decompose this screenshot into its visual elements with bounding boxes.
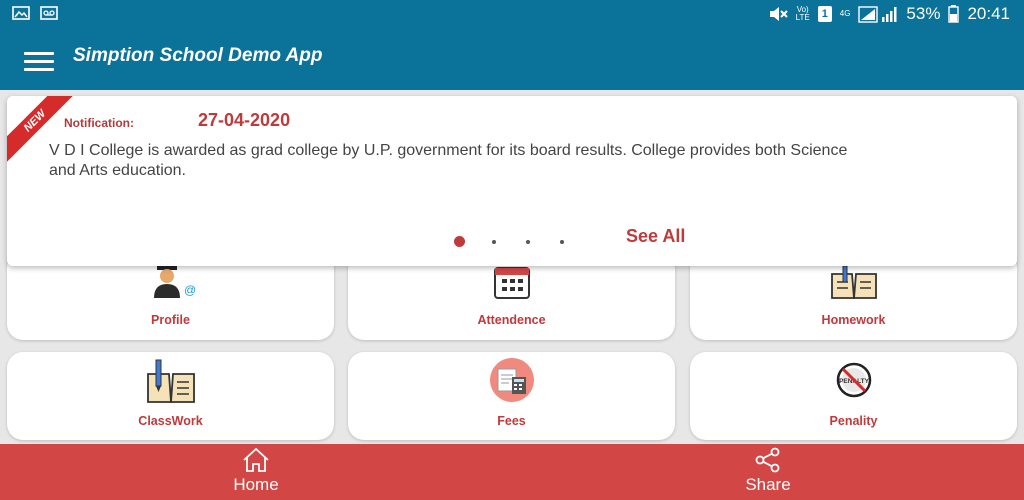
pager-dot-3[interactable] <box>526 239 530 244</box>
classwork-tile[interactable]: ClassWork <box>7 352 334 440</box>
homework-label: Homework <box>821 313 886 327</box>
signal-icon <box>858 6 897 23</box>
attendance-label: Attendence <box>477 313 546 327</box>
pager-dot-4[interactable] <box>560 239 564 244</box>
app-title: Simption School Demo App <box>73 45 323 66</box>
student-profile-icon: @ <box>153 266 196 298</box>
fees-calculator-icon <box>489 358 534 402</box>
network-type: 4G <box>839 9 851 18</box>
fees-label: Fees <box>497 414 526 428</box>
penalty-label: Penality <box>829 414 878 428</box>
classwork-label: ClassWork <box>138 414 203 428</box>
carousel-pager <box>454 236 594 247</box>
image-icon <box>12 6 30 20</box>
pager-dot-2[interactable] <box>492 239 496 244</box>
calendar-icon <box>493 267 530 299</box>
hamburger-icon <box>24 52 54 55</box>
penalty-icon: PENALTY <box>836 362 871 398</box>
profile-label: Profile <box>151 313 190 327</box>
share-label: Share <box>745 475 791 494</box>
menu-button[interactable] <box>24 52 54 72</box>
voicemail-icon <box>40 6 58 20</box>
svg-text:@: @ <box>184 283 196 297</box>
fees-tile[interactable]: Fees <box>348 352 675 440</box>
home-button[interactable]: Home <box>196 444 316 500</box>
notification-label: Notification: <box>64 116 134 130</box>
penalty-tile[interactable]: PENALTY Penality <box>690 352 1017 440</box>
mute-icon <box>769 7 788 21</box>
share-icon <box>755 447 780 473</box>
book-icon <box>830 265 877 299</box>
home-icon <box>243 447 269 472</box>
pager-dot-1[interactable] <box>454 236 465 247</box>
notification-date: 27-04-2020 <box>198 110 291 130</box>
open-book-pencil-icon <box>146 359 195 403</box>
home-label: Home <box>233 475 279 494</box>
volte-indicator: Vo) LTE <box>795 5 810 22</box>
bottom-nav: Home Share <box>0 444 1024 500</box>
notification-card[interactable]: NEW Notification: 27-04-2020 V D I Colle… <box>7 96 1017 266</box>
status-bar: Vo) LTE 1 4G 53% 20:41 <box>0 0 1024 30</box>
battery-percent: 53% <box>906 4 941 23</box>
sim-indicator: 1 <box>817 6 832 22</box>
share-button[interactable]: Share <box>708 444 828 500</box>
notification-text: V D I College is awarded as grad college… <box>49 142 848 179</box>
battery-icon <box>948 5 960 23</box>
clock: 20:41 <box>967 4 1010 23</box>
app-header: Vo) LTE 1 4G 53% 20:41 Simption School D… <box>0 0 1024 90</box>
see-all-link[interactable]: See All <box>626 226 685 247</box>
